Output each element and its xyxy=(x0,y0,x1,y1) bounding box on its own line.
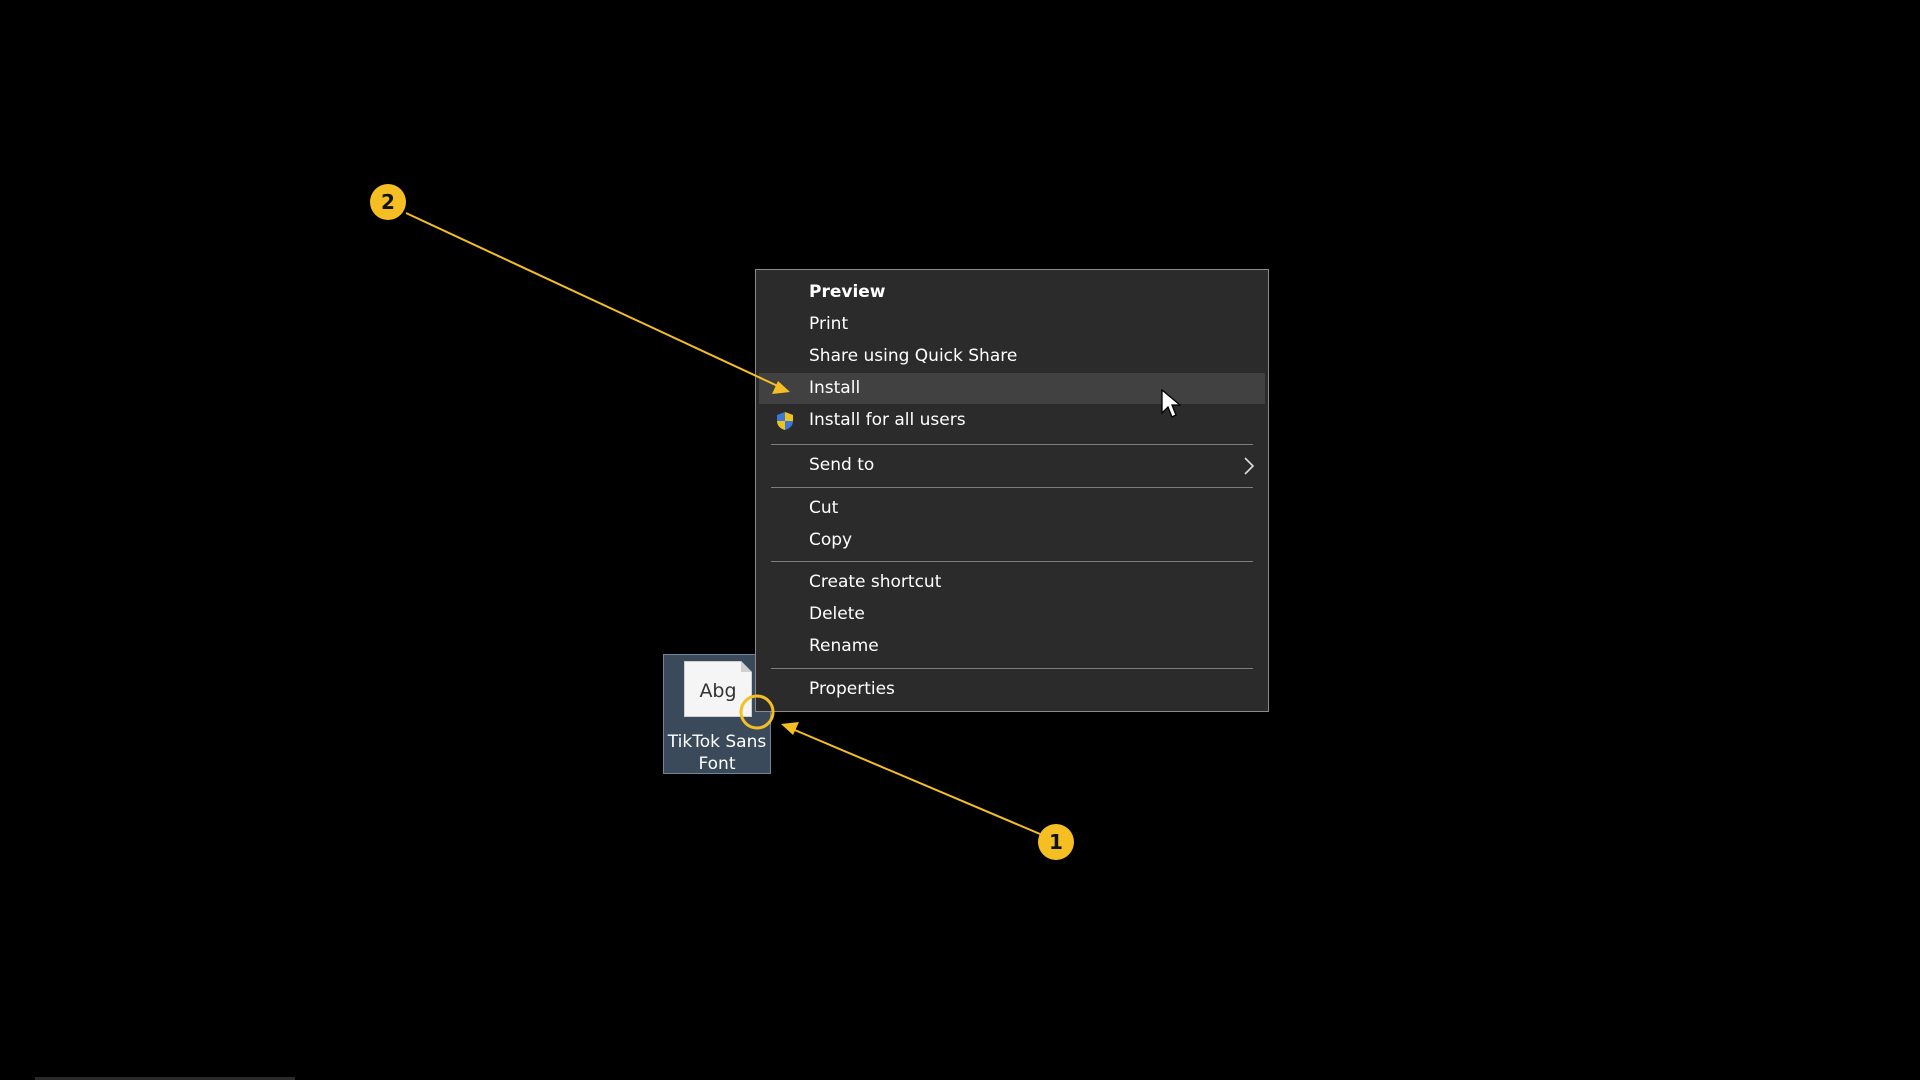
menu-item-label: Install xyxy=(809,378,861,398)
menu-item-rename[interactable]: Rename xyxy=(759,631,1265,662)
font-preview-text: Abg xyxy=(699,680,737,702)
menu-item-label: Copy xyxy=(809,530,853,550)
menu-item-label: Properties xyxy=(809,679,895,699)
menu-separator xyxy=(771,668,1253,669)
menu-item-send-to[interactable]: Send to xyxy=(759,450,1265,481)
menu-item-preview[interactable]: Preview xyxy=(759,277,1265,308)
menu-item-share-quick-share[interactable]: Share using Quick Share xyxy=(759,341,1265,372)
menu-item-create-shortcut[interactable]: Create shortcut xyxy=(759,567,1265,598)
menu-item-copy[interactable]: Copy xyxy=(759,525,1265,556)
menu-item-label: Share using Quick Share xyxy=(809,346,1018,366)
context-menu: Preview Print Share using Quick Share In… xyxy=(755,269,1269,712)
file-label-line1: TikTok Sans xyxy=(667,732,767,752)
menu-separator xyxy=(771,561,1253,562)
chevron-right-icon xyxy=(1244,457,1255,475)
annotation-arrow-1 xyxy=(789,727,1041,835)
menu-item-label: Cut xyxy=(809,498,839,518)
menu-item-cut[interactable]: Cut xyxy=(759,493,1265,524)
uac-shield-icon xyxy=(777,412,793,430)
file-label-line2: Font xyxy=(698,754,736,774)
menu-item-label: Delete xyxy=(809,604,865,624)
desktop: Abg TikTok Sans Font Preview Print Share… xyxy=(0,0,1920,1080)
annotation-arrowhead-1 xyxy=(781,722,799,735)
menu-item-print[interactable]: Print xyxy=(759,309,1265,340)
document-fold xyxy=(741,661,752,672)
menu-item-install[interactable]: Install xyxy=(759,373,1265,404)
menu-item-properties[interactable]: Properties xyxy=(759,674,1265,705)
menu-item-label: Create shortcut xyxy=(809,572,942,592)
mouse-cursor-icon xyxy=(1161,389,1181,418)
menu-item-label: Install for all users xyxy=(809,410,966,430)
menu-separator xyxy=(771,487,1253,488)
annotation-badge-1: 1 xyxy=(1038,824,1074,860)
menu-item-label: Preview xyxy=(809,282,886,302)
menu-item-label: Rename xyxy=(809,636,879,656)
menu-item-label: Send to xyxy=(809,455,875,475)
menu-separator xyxy=(771,444,1253,445)
menu-item-label: Print xyxy=(809,314,849,334)
annotation-badge-2: 2 xyxy=(370,184,406,220)
menu-item-install-all-users[interactable]: Install for all users xyxy=(759,405,1265,436)
menu-item-delete[interactable]: Delete xyxy=(759,599,1265,630)
annotation-arrow-2 xyxy=(405,212,783,389)
file-label: TikTok Sans Font xyxy=(664,731,770,775)
